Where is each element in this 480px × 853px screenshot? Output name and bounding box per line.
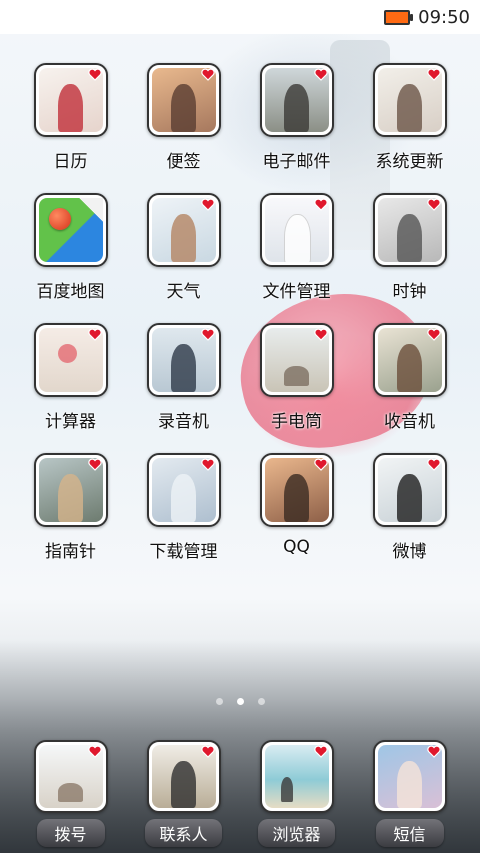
heart-badge-icon [313, 198, 328, 211]
app-label: 指南针 [45, 542, 96, 562]
app-weibo[interactable]: 微博 [353, 450, 466, 566]
app-label: 微博 [392, 542, 427, 562]
app-label: QQ [283, 537, 310, 557]
weather-photo-icon[interactable] [146, 193, 221, 267]
app-label: 时钟 [392, 282, 427, 302]
status-bar: 09:50 [0, 0, 480, 34]
app-file-manager[interactable]: 文件管理 [240, 190, 353, 306]
app-system-update[interactable]: 系统更新 [353, 60, 466, 176]
dock-label: 浏览器 [258, 819, 335, 847]
compass-photo-icon[interactable] [33, 453, 108, 527]
flashlight-photo-icon[interactable] [259, 323, 334, 397]
heart-badge-icon [87, 745, 102, 758]
app-notes[interactable]: 便签 [127, 60, 240, 176]
clock-photo-icon[interactable] [372, 193, 447, 267]
app-label: 系统更新 [375, 152, 444, 172]
dock-label: 短信 [375, 819, 444, 847]
app-label: 计算器 [45, 412, 96, 432]
dock-label: 拨号 [36, 819, 105, 847]
app-weather[interactable]: 天气 [127, 190, 240, 306]
app-label: 日历 [53, 152, 88, 172]
heart-badge-icon [426, 745, 441, 758]
app-flashlight[interactable]: 手电筒 [240, 320, 353, 436]
messages-photo-icon[interactable] [372, 740, 447, 813]
heart-badge-icon [426, 328, 441, 341]
heart-badge-icon [200, 198, 215, 211]
heart-badge-icon [313, 328, 328, 341]
app-label: 手电筒 [271, 412, 322, 432]
browser-photo-icon[interactable] [259, 740, 334, 813]
app-baidu-map[interactable]: 百度地图 [14, 190, 127, 306]
heart-badge-icon [313, 68, 328, 81]
app-compass[interactable]: 指南针 [14, 450, 127, 566]
app-label: 文件管理 [262, 282, 331, 302]
app-download-manager[interactable]: 下载管理 [127, 450, 240, 566]
heart-badge-icon [87, 68, 102, 81]
map-pin-icon [48, 208, 71, 230]
qq-photo-icon[interactable] [259, 453, 334, 527]
app-label: 收音机 [384, 412, 435, 432]
dock-browser[interactable]: 浏览器 [240, 737, 353, 847]
app-clock[interactable]: 时钟 [353, 190, 466, 306]
dock-label: 联系人 [145, 819, 222, 847]
page-dot[interactable] [257, 698, 265, 705]
heart-badge-icon [313, 458, 328, 471]
status-clock: 09:50 [418, 6, 470, 28]
weibo-photo-icon[interactable] [372, 453, 447, 527]
baidu-map-icon[interactable] [33, 193, 108, 267]
page-dot[interactable] [215, 698, 223, 705]
heart-badge-icon [87, 458, 102, 471]
app-label: 便签 [166, 152, 201, 172]
dock-dialer[interactable]: 拨号 [14, 737, 127, 847]
app-calculator[interactable]: 计算器 [14, 320, 127, 436]
dock-contacts[interactable]: 联系人 [127, 737, 240, 847]
heart-badge-icon [426, 198, 441, 211]
download-manager-photo-icon[interactable] [146, 453, 221, 527]
file-manager-photo-icon[interactable] [259, 193, 334, 267]
heart-badge-icon [200, 745, 215, 758]
email-photo-icon[interactable] [259, 63, 334, 137]
dock-messages[interactable]: 短信 [353, 737, 466, 847]
heart-badge-icon [426, 458, 441, 471]
dock: 拨号 联系人 浏览器 短信 [14, 737, 466, 847]
heart-badge-icon [200, 68, 215, 81]
calendar-photo-icon[interactable] [33, 63, 108, 137]
page-indicator [0, 698, 480, 705]
heart-badge-icon [200, 328, 215, 341]
app-radio[interactable]: 收音机 [353, 320, 466, 436]
app-label: 下载管理 [149, 542, 218, 562]
calculator-photo-icon[interactable] [33, 323, 108, 397]
dialer-photo-icon[interactable] [33, 740, 108, 813]
app-label: 录音机 [158, 412, 209, 432]
heart-badge-icon [313, 745, 328, 758]
notes-photo-icon[interactable] [146, 63, 221, 137]
app-recorder[interactable]: 录音机 [127, 320, 240, 436]
app-label: 电子邮件 [262, 152, 331, 172]
app-calendar[interactable]: 日历 [14, 60, 127, 176]
app-label: 百度地图 [36, 282, 105, 302]
page-dot-active[interactable] [236, 698, 244, 705]
app-label: 天气 [166, 282, 201, 302]
heart-badge-icon [87, 328, 102, 341]
system-update-photo-icon[interactable] [372, 63, 447, 137]
app-email[interactable]: 电子邮件 [240, 60, 353, 176]
recorder-photo-icon[interactable] [146, 323, 221, 397]
contacts-photo-icon[interactable] [146, 740, 221, 813]
radio-photo-icon[interactable] [372, 323, 447, 397]
battery-icon [384, 9, 414, 25]
app-qq[interactable]: QQ [240, 450, 353, 566]
heart-badge-icon [426, 68, 441, 81]
heart-badge-icon [200, 458, 215, 471]
app-grid: 日历 便签 电子邮件 系统更新 百度地图 天气 文件管理 时钟 计算器 录音机 … [14, 60, 466, 566]
